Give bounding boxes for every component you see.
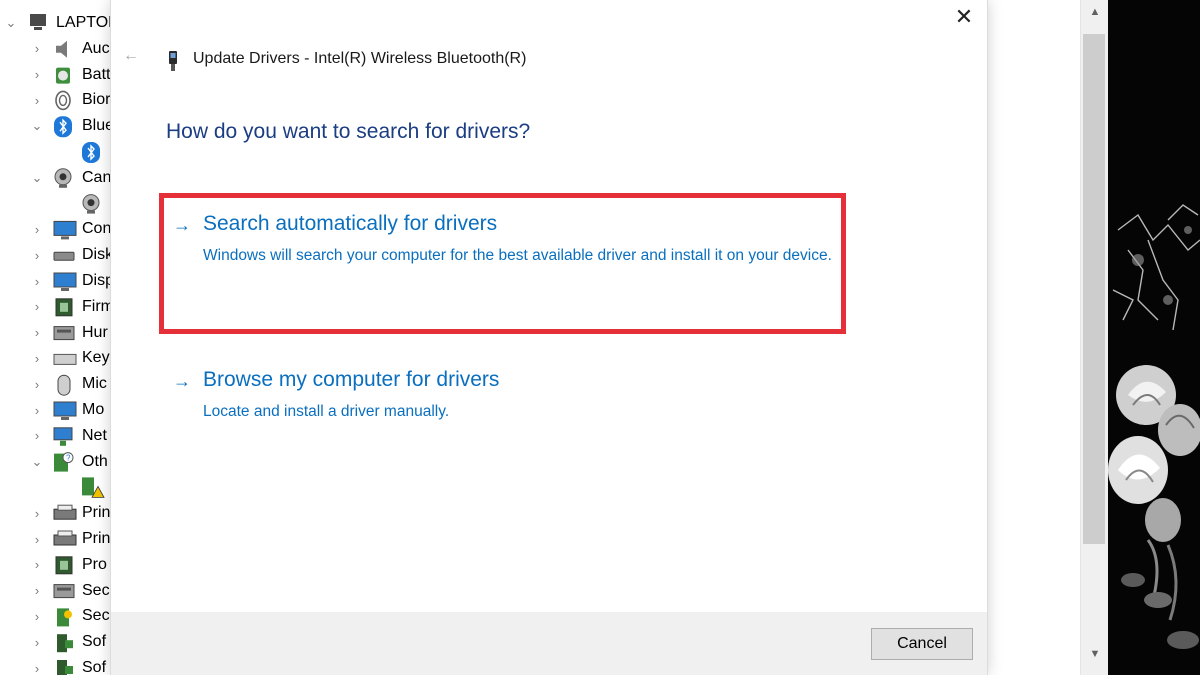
- tree-category[interactable]: › Mo: [0, 397, 110, 423]
- chevron-right-icon[interactable]: ›: [30, 67, 44, 82]
- scroll-up-icon[interactable]: ▲: [1081, 6, 1109, 18]
- vertical-scrollbar[interactable]: ▲ ▼: [1080, 0, 1108, 675]
- tree-category[interactable]: › Disp: [0, 268, 114, 294]
- tree-category-label: Prin: [82, 504, 111, 522]
- tree-category[interactable]: › Sof: [0, 655, 110, 675]
- chevron-down-icon[interactable]: ⌄: [30, 454, 44, 470]
- tree-category[interactable]: › Net: [0, 423, 110, 449]
- tree-category-label: Batt: [82, 65, 111, 83]
- chevron-right-icon[interactable]: ›: [30, 222, 44, 237]
- tree-category-label: Key: [82, 349, 110, 367]
- tree-category[interactable]: › Prin: [0, 526, 111, 552]
- close-icon[interactable]: ✕: [949, 0, 979, 34]
- tree-category[interactable]: › Disk: [0, 242, 114, 268]
- tree-category[interactable]: ⌄ Oth: [0, 449, 110, 475]
- tree-category[interactable]: ⌄ Blue: [0, 113, 114, 139]
- browse-computer-option[interactable]: → Browse my computer for drivers Locate …: [173, 368, 853, 428]
- tree-category[interactable]: › Pro: [0, 552, 110, 578]
- chevron-right-icon[interactable]: ›: [30, 557, 44, 572]
- tree-child-device[interactable]: [0, 139, 110, 165]
- tree-category[interactable]: › Batt: [0, 62, 111, 88]
- tree-category-label: Net: [82, 426, 107, 444]
- search-automatically-title[interactable]: Search automatically for drivers: [203, 212, 497, 236]
- tree-category-label: Prin: [82, 530, 111, 547]
- tree-child-device[interactable]: [0, 474, 110, 500]
- chevron-right-icon[interactable]: ›: [30, 609, 44, 624]
- tree-category-label: Disk: [82, 246, 114, 264]
- tree-category-label: Oth: [82, 452, 108, 470]
- tree-category[interactable]: › Prin: [0, 500, 111, 526]
- browse-computer-description: Locate and install a driver manually.: [203, 403, 450, 420]
- search-question-heading: How do you want to search for drivers?: [166, 120, 531, 143]
- chevron-right-icon[interactable]: ›: [30, 661, 44, 675]
- scroll-down-icon[interactable]: ▼: [1081, 648, 1109, 660]
- tree-category[interactable]: › Con: [0, 216, 112, 242]
- dialog-title: Update Drivers - Intel(R) Wireless Bluet…: [193, 50, 527, 67]
- tree-category-label: Con: [82, 220, 112, 238]
- tree-category[interactable]: › Auc: [0, 36, 110, 62]
- tree-category-label: Hur: [82, 323, 108, 341]
- arrow-right-icon: →: [173, 215, 191, 235]
- chevron-right-icon[interactable]: ›: [30, 325, 44, 340]
- back-arrow-icon[interactable]: ←: [121, 46, 141, 66]
- chevron-down-icon[interactable]: ⌄: [30, 170, 44, 186]
- desktop-wallpaper: [1108, 0, 1200, 675]
- tree-category[interactable]: › Mic: [0, 371, 110, 397]
- tree-category-label: Mo: [82, 401, 105, 418]
- tree-category-label: Sec: [82, 581, 110, 599]
- flower-wallpaper-image: [1108, 0, 1200, 675]
- browse-computer-title[interactable]: Browse my computer for drivers: [203, 368, 499, 392]
- chevron-right-icon[interactable]: ›: [30, 93, 44, 108]
- tree-category-label: Sof: [82, 659, 107, 675]
- chevron-right-icon[interactable]: ›: [30, 403, 44, 418]
- tree-category[interactable]: › Hur: [0, 320, 110, 346]
- chevron-down-icon[interactable]: ⌄: [4, 15, 18, 31]
- tree-category[interactable]: ⌄ Can: [0, 165, 112, 191]
- search-automatically-option[interactable]: → Search automatically for drivers Windo…: [173, 212, 853, 302]
- tree-child-device[interactable]: [0, 191, 110, 217]
- chevron-right-icon[interactable]: ›: [30, 506, 44, 521]
- search-automatically-description: Windows will search your computer for th…: [203, 247, 832, 264]
- chevron-right-icon[interactable]: ›: [30, 428, 44, 443]
- tree-category-label: Sof: [82, 633, 107, 651]
- chevron-right-icon[interactable]: ›: [30, 351, 44, 366]
- chevron-right-icon[interactable]: ›: [30, 41, 44, 56]
- chevron-down-icon[interactable]: ⌄: [30, 118, 44, 134]
- cancel-button[interactable]: Cancel: [871, 628, 973, 660]
- tree-category[interactable]: › Firm: [0, 294, 114, 320]
- screen: ? ⌄ LAPTOP › Auc › Batt › Bior ⌄ Blue ⌄ Can › Con › Dis…: [0, 0, 1200, 675]
- chevron-right-icon[interactable]: ›: [30, 583, 44, 598]
- tree-category[interactable]: › Sof: [0, 629, 110, 655]
- dialog-footer: [111, 612, 987, 675]
- arrow-right-icon: →: [173, 371, 191, 391]
- tree-category[interactable]: › Sec: [0, 603, 110, 629]
- tree-category-label: Auc: [82, 39, 110, 57]
- chevron-right-icon[interactable]: ›: [30, 299, 44, 314]
- chevron-right-icon[interactable]: ›: [30, 532, 44, 547]
- update-drivers-dialog: ✕ ← Update Drivers - Intel(R) Wireless B…: [110, 0, 988, 675]
- tree-category-label: Mic: [82, 375, 107, 393]
- chevron-right-icon[interactable]: ›: [30, 377, 44, 392]
- scrollbar-thumb[interactable]: [1083, 34, 1105, 544]
- tree-category-label: Pro: [82, 555, 107, 573]
- tree-category-label: Can: [82, 168, 112, 186]
- tree-category[interactable]: › Key: [0, 345, 110, 371]
- chevron-right-icon[interactable]: ›: [30, 635, 44, 650]
- bluetooth-device-icon: [169, 51, 177, 71]
- tree-category[interactable]: › Sec: [0, 578, 110, 604]
- tree-category-label: Bior: [82, 91, 111, 109]
- tree-category[interactable]: › Bior: [0, 87, 111, 113]
- chevron-right-icon[interactable]: ›: [30, 248, 44, 263]
- tree-root-laptop[interactable]: ⌄ LAPTOP: [0, 10, 119, 36]
- chevron-right-icon[interactable]: ›: [30, 274, 44, 289]
- tree-category-label: Sec: [82, 607, 110, 625]
